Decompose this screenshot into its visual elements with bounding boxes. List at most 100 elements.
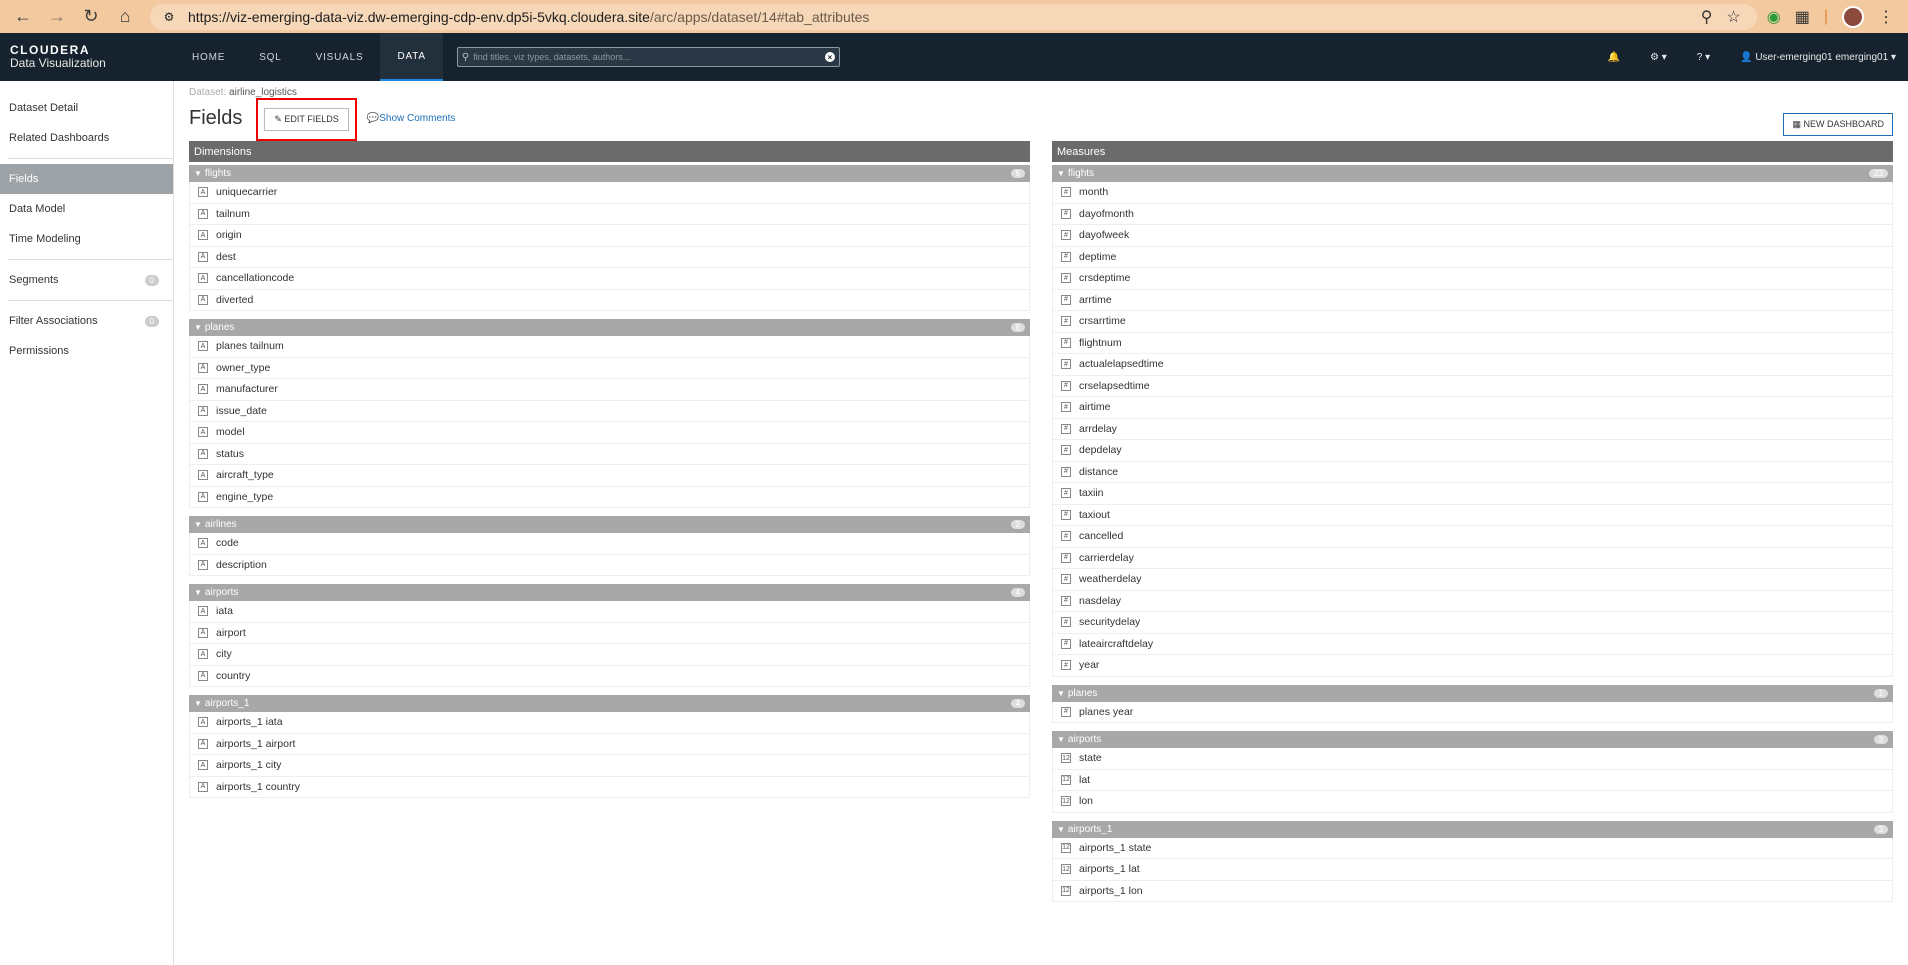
user-menu[interactable]: 👤 User-emerging01 emerging01 ▾ <box>1740 52 1896 63</box>
field-row[interactable]: # cancelled <box>1052 526 1893 548</box>
group-header[interactable]: ▼ flights 6 <box>189 165 1030 182</box>
field-row[interactable]: # taxiin <box>1052 483 1893 505</box>
field-row[interactable]: # planes year <box>1052 701 1893 723</box>
address-bar[interactable]: ⚙ https://viz-emerging-data-viz.dw-emerg… <box>150 3 1757 30</box>
sidebar-item-time-modeling[interactable]: Time Modeling <box>0 224 173 254</box>
field-row[interactable]: Astatus <box>189 443 1030 465</box>
sidebar-item-dataset-detail[interactable]: Dataset Detail <box>0 93 173 123</box>
edit-fields-button[interactable]: ✎ EDIT FIELDS <box>264 107 349 131</box>
group-header[interactable]: ▼ airports 3 <box>1052 731 1893 748</box>
field-row[interactable]: # arrtime <box>1052 289 1893 311</box>
extensions-puzzle-icon[interactable]: ▦ <box>1795 7 1810 27</box>
group-header[interactable]: ▼ planes 8 <box>189 319 1030 336</box>
field-row[interactable]: Aorigin <box>189 225 1030 247</box>
field-row[interactable]: Aairports_1 city <box>189 755 1030 777</box>
group-header[interactable]: ▼ airlines 2 <box>189 516 1030 533</box>
field-row[interactable]: Acode <box>189 533 1030 555</box>
forward-icon[interactable]: → <box>42 2 72 32</box>
field-row[interactable]: 12 airports_1 lat <box>1052 859 1893 881</box>
field-row[interactable]: Acancellationcode <box>189 268 1030 290</box>
search-input[interactable] <box>473 52 825 62</box>
field-row[interactable]: # taxiout <box>1052 504 1893 526</box>
field-row[interactable]: # airtime <box>1052 397 1893 419</box>
field-row[interactable]: # crsdeptime <box>1052 268 1893 290</box>
field-row[interactable]: Adest <box>189 246 1030 268</box>
field-row[interactable]: Aairports_1 country <box>189 776 1030 798</box>
field-row[interactable]: Adescription <box>189 554 1030 576</box>
sidebar-item-fields[interactable]: Fields <box>0 164 173 194</box>
field-row[interactable]: # depdelay <box>1052 440 1893 462</box>
group-header[interactable]: ▼ planes 1 <box>1052 684 1893 702</box>
group-header[interactable]: ▼ flights 23 <box>1052 165 1893 182</box>
settings-gear-icon[interactable]: ⚙ ▾ <box>1650 52 1667 63</box>
field-row[interactable]: # flightnum <box>1052 332 1893 354</box>
home-icon[interactable]: ⌂ <box>110 2 140 32</box>
field-row[interactable]: Aengine_type <box>189 486 1030 508</box>
sidebar-item-segments[interactable]: Segments 0 <box>0 265 173 295</box>
tab-visuals[interactable]: VISUALS <box>299 33 381 81</box>
field-row[interactable]: Aairports_1 iata <box>189 712 1030 734</box>
field-row[interactable]: Atailnum <box>189 203 1030 225</box>
group-header[interactable]: ▼ airports 4 <box>189 584 1030 601</box>
field-row[interactable]: Aowner_type <box>189 357 1030 379</box>
sidebar-item-related-dashboards[interactable]: Related Dashboards <box>0 123 173 153</box>
clear-search-icon[interactable]: × <box>824 52 835 62</box>
field-row[interactable]: 12 lon <box>1052 791 1893 813</box>
field-row[interactable]: # year <box>1052 655 1893 677</box>
zoom-icon[interactable]: ⚲ <box>1701 7 1713 27</box>
field-row[interactable]: Amodel <box>189 422 1030 444</box>
field-row[interactable]: # lateaircraftdelay <box>1052 633 1893 655</box>
field-row[interactable]: # actualelapsedtime <box>1052 354 1893 376</box>
field-row[interactable]: Aairports_1 airport <box>189 733 1030 755</box>
help-icon[interactable]: ? ▾ <box>1697 52 1710 63</box>
field-row[interactable]: 12 state <box>1052 748 1893 770</box>
field-row[interactable]: 12 lat <box>1052 769 1893 791</box>
brand-logo[interactable]: CLOUDERA Data Visualization <box>0 44 175 70</box>
field-row[interactable]: # nasdelay <box>1052 590 1893 612</box>
field-row[interactable]: # crsarrtime <box>1052 311 1893 333</box>
field-row[interactable]: Adiverted <box>189 289 1030 311</box>
field-row[interactable]: Aaircraft_type <box>189 465 1030 487</box>
group-title: ▼ flights <box>1057 168 1094 179</box>
tab-data[interactable]: DATA <box>380 33 443 81</box>
group-header[interactable]: ▼ airports_1 4 <box>189 695 1030 712</box>
group-header[interactable]: ▼ airports_1 3 <box>1052 820 1893 838</box>
field-row[interactable]: # crselapsedtime <box>1052 375 1893 397</box>
field-row[interactable]: # month <box>1052 182 1893 204</box>
sidebar-item-data-model[interactable]: Data Model <box>0 194 173 224</box>
field-row[interactable]: # distance <box>1052 461 1893 483</box>
tab-home[interactable]: HOME <box>175 33 242 81</box>
filter-associations-count-badge: 0 <box>144 315 159 327</box>
field-row[interactable]: 12 airports_1 lon <box>1052 880 1893 902</box>
field-row[interactable]: # weatherdelay <box>1052 569 1893 591</box>
field-row[interactable]: # dayofweek <box>1052 225 1893 247</box>
show-comments-link[interactable]: 💬Show Comments <box>367 113 456 124</box>
new-dashboard-button[interactable]: ▦ NEW DASHBOARD <box>1783 113 1893 136</box>
field-row[interactable]: # arrdelay <box>1052 418 1893 440</box>
sidebar-item-filter-associations[interactable]: Filter Associations 0 <box>0 306 173 336</box>
dimension-group-planes: ▼ planes 8 Aplanes tailnum Aowner_type Amanuf… <box>189 319 1030 508</box>
field-row[interactable]: # deptime <box>1052 246 1893 268</box>
field-row[interactable]: 12 airports_1 state <box>1052 837 1893 859</box>
reload-icon[interactable]: ↻ <box>76 2 106 32</box>
field-row[interactable]: Aiata <box>189 601 1030 623</box>
field-row[interactable]: Aairport <box>189 622 1030 644</box>
site-info-icon[interactable]: ⚙ <box>160 8 178 26</box>
field-row[interactable]: Amanufacturer <box>189 379 1030 401</box>
field-row[interactable]: Aissue_date <box>189 400 1030 422</box>
extension-eye-icon[interactable]: ◉ <box>1767 7 1781 27</box>
field-row[interactable]: Acountry <box>189 665 1030 687</box>
browser-menu-icon[interactable]: ⋮ <box>1878 7 1894 27</box>
field-row[interactable]: Aplanes tailnum <box>189 336 1030 358</box>
field-row[interactable]: Auniquecarrier <box>189 182 1030 204</box>
field-row[interactable]: # securitydelay <box>1052 612 1893 634</box>
bookmark-star-icon[interactable]: ☆ <box>1726 7 1740 27</box>
field-row[interactable]: # dayofmonth <box>1052 203 1893 225</box>
field-row[interactable]: # carrierdelay <box>1052 547 1893 569</box>
profile-avatar[interactable] <box>1842 5 1864 28</box>
sidebar-item-permissions[interactable]: Permissions <box>0 336 173 366</box>
notifications-bell-icon[interactable]: 🔔 <box>1608 52 1620 63</box>
back-icon[interactable]: ← <box>8 2 38 32</box>
tab-sql[interactable]: SQL <box>242 33 298 81</box>
field-row[interactable]: Acity <box>189 644 1030 666</box>
